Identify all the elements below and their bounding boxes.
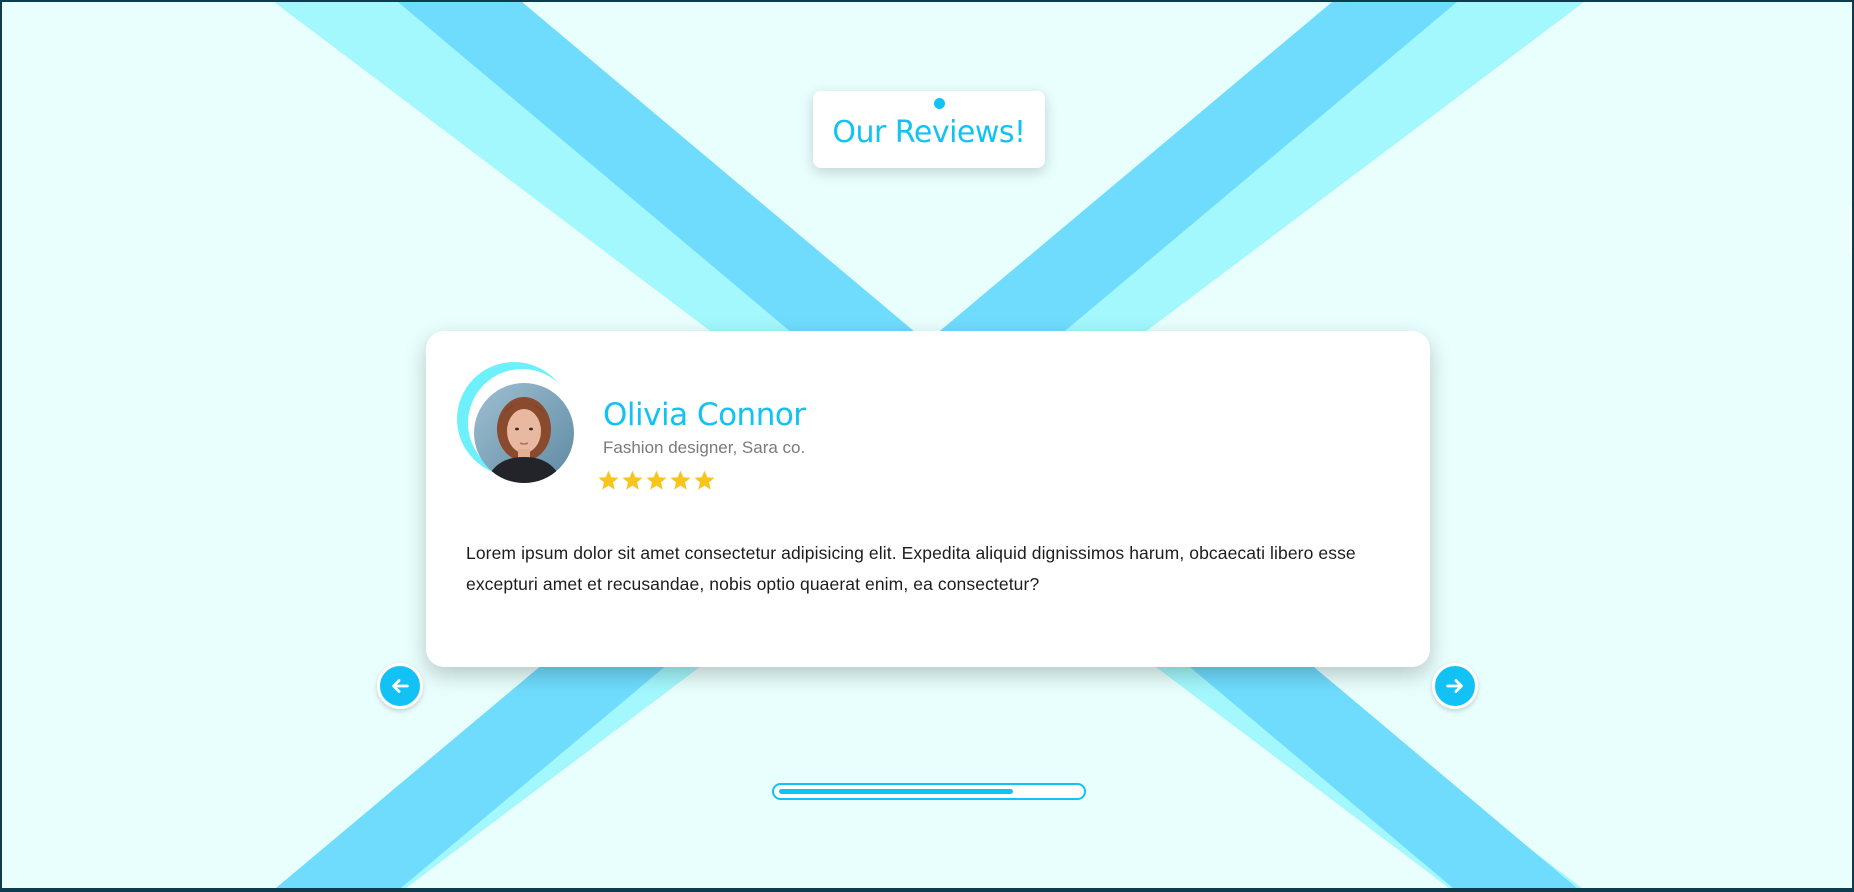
portrait-image: [474, 383, 574, 483]
next-review-button[interactable]: [1432, 663, 1478, 709]
edge-marker: [1850, 205, 1852, 253]
star-icon: [694, 470, 715, 490]
avatar: [474, 383, 574, 483]
slider-progress-bar[interactable]: [772, 783, 1086, 800]
reviews-page: Our Reviews! Olivia Connor Fashion desig…: [2, 2, 1852, 888]
section-title: Our Reviews!: [832, 115, 1026, 150]
avatar-container: [456, 361, 574, 483]
slider-progress-fill: [779, 789, 1013, 794]
reviewer-role: Fashion designer, Sara co.: [603, 438, 806, 457]
star-icon: [622, 470, 643, 490]
star-icon: [598, 470, 619, 490]
review-text: Lorem ipsum dolor sit amet consectetur a…: [466, 543, 1356, 594]
previous-review-button[interactable]: [377, 663, 423, 709]
reviewer-name: Olivia Connor: [603, 397, 806, 433]
arrow-right-icon: [1446, 679, 1463, 693]
star-icon: [670, 470, 691, 490]
section-title-box: Our Reviews!: [813, 91, 1045, 168]
title-dot-icon: [934, 98, 945, 109]
review-card: Olivia Connor Fashion designer, Sara co.…: [426, 331, 1430, 667]
arrow-left-icon: [392, 679, 409, 693]
rating-stars: [597, 469, 716, 492]
star-icon: [646, 470, 667, 490]
